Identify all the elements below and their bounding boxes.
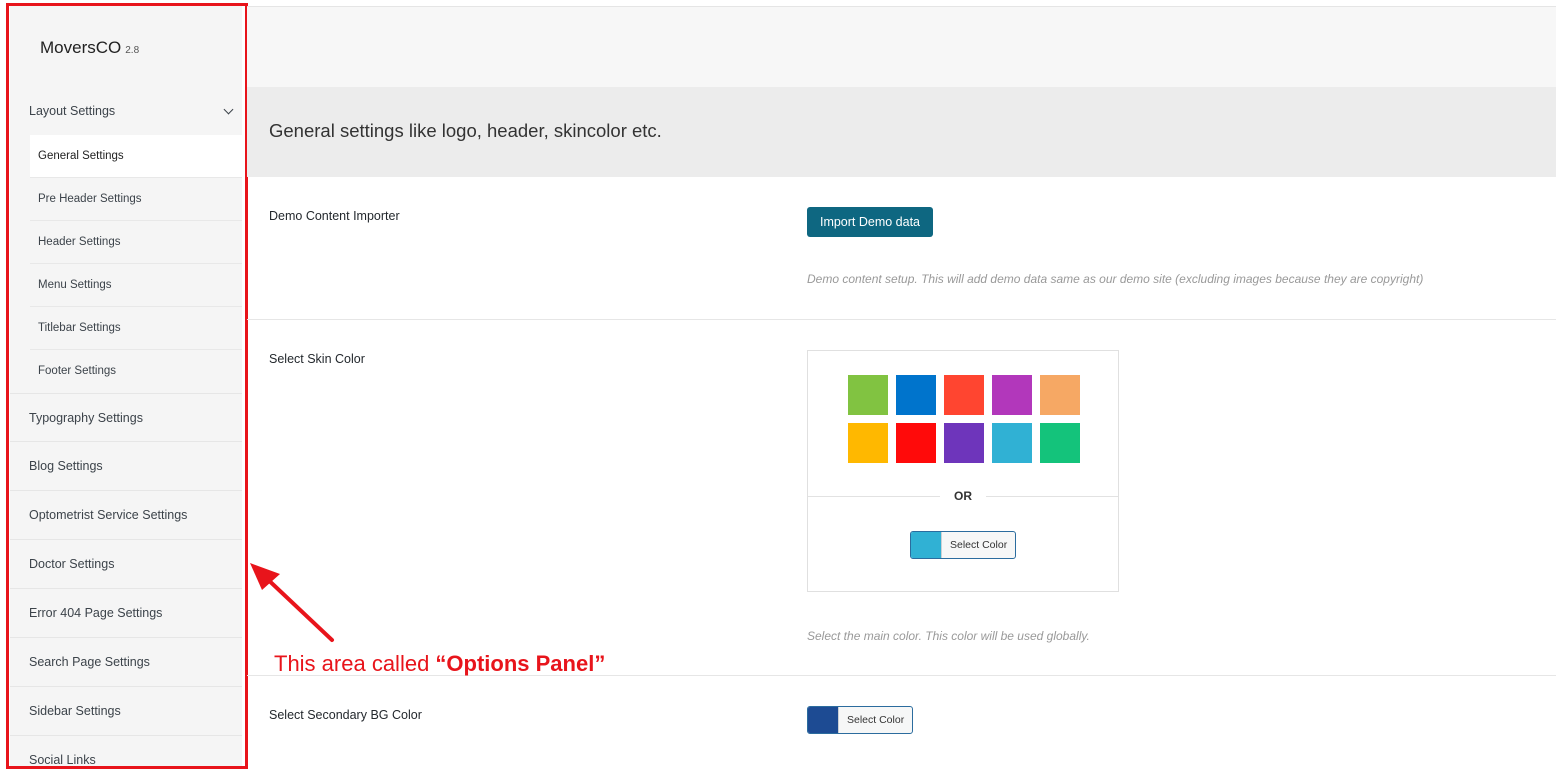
- skin-swatch[interactable]: [992, 423, 1032, 463]
- skin-swatch[interactable]: [992, 375, 1032, 415]
- sidebar-subitem-footer-settings[interactable]: Footer Settings: [30, 350, 242, 393]
- sidebar-item-typography-settings[interactable]: Typography Settings: [10, 393, 242, 442]
- secondary-bg-color-label: Select Secondary BG Color: [269, 708, 422, 722]
- sidebar-menu: Layout Settings General Settings Pre Hea…: [10, 88, 242, 767]
- or-text: OR: [940, 489, 986, 503]
- skin-swatch[interactable]: [896, 375, 936, 415]
- skin-color-label: Select Skin Color: [269, 352, 365, 366]
- sidebar-item-search-page-settings[interactable]: Search Page Settings: [10, 638, 242, 687]
- skin-swatch[interactable]: [944, 375, 984, 415]
- annotation-arrow-icon: [250, 563, 334, 642]
- annotation-emphasis: “Options Panel”: [435, 651, 606, 676]
- options-panel: MoversCO 2.8 Layout Settings General Sett…: [10, 4, 242, 767]
- demo-importer-label: Demo Content Importer: [269, 209, 400, 223]
- sidebar-item-social-links[interactable]: Social Links: [10, 736, 242, 767]
- brand-version: 2.8: [125, 45, 140, 56]
- annotation-text: This area called “Options Panel”: [274, 651, 605, 677]
- secondary-color-picker-button[interactable]: Select Color: [807, 706, 914, 734]
- section-header: General settings like logo, header, skin…: [247, 87, 1556, 177]
- sidebar-submenu: General Settings Pre Header Settings Hea…: [30, 135, 242, 393]
- divider: [247, 319, 1556, 320]
- chevron-down-icon: [223, 104, 234, 115]
- skin-swatch[interactable]: [944, 423, 984, 463]
- sidebar-item-sidebar-settings[interactable]: Sidebar Settings: [10, 687, 242, 736]
- secondary-color-chip: [808, 707, 838, 733]
- sidebar-subitem-titlebar-settings[interactable]: Titlebar Settings: [30, 307, 242, 350]
- skin-swatch[interactable]: [1040, 423, 1080, 463]
- sidebar-item-doctor-settings[interactable]: Doctor Settings: [10, 540, 242, 589]
- sidebar-item-layout-settings[interactable]: Layout Settings: [10, 88, 242, 135]
- sidebar-item-label: Layout Settings: [29, 104, 116, 118]
- sidebar-item-error-404-page-settings[interactable]: Error 404 Page Settings: [10, 589, 242, 638]
- skin-swatch[interactable]: [848, 423, 888, 463]
- skin-color-chip: [911, 532, 941, 558]
- skin-color-picker-label: Select Color: [941, 532, 1015, 558]
- sidebar-subitem-general-settings[interactable]: General Settings: [30, 135, 242, 178]
- skin-swatch[interactable]: [1040, 375, 1080, 415]
- section-title: General settings like logo, header, skin…: [269, 120, 662, 141]
- sidebar-subitem-menu-settings[interactable]: Menu Settings: [30, 264, 242, 307]
- import-demo-button[interactable]: Import Demo data: [807, 207, 933, 237]
- brand-name: MoversCO: [40, 38, 122, 57]
- skin-swatch[interactable]: [896, 423, 936, 463]
- skin-color-picker-button[interactable]: Select Color: [910, 531, 1017, 559]
- sidebar-item-blog-settings[interactable]: Blog Settings: [10, 442, 242, 491]
- demo-importer-description: Demo content setup. This will add demo d…: [807, 272, 1424, 286]
- annotation-prefix: This area called: [274, 651, 436, 676]
- brand: MoversCO 2.8: [40, 38, 139, 58]
- skin-swatch[interactable]: [848, 375, 888, 415]
- sidebar-subitem-pre-header-settings[interactable]: Pre Header Settings: [30, 178, 242, 221]
- sidebar-item-optometrist-service-settings[interactable]: Optometrist Service Settings: [10, 491, 242, 540]
- top-bar: [247, 6, 1556, 87]
- skin-color-selector: OR Select Color: [807, 350, 1119, 592]
- sidebar-subitem-header-settings[interactable]: Header Settings: [30, 221, 242, 264]
- secondary-color-picker-label: Select Color: [838, 707, 912, 733]
- skin-color-description: Select the main color. This color will b…: [807, 629, 1090, 643]
